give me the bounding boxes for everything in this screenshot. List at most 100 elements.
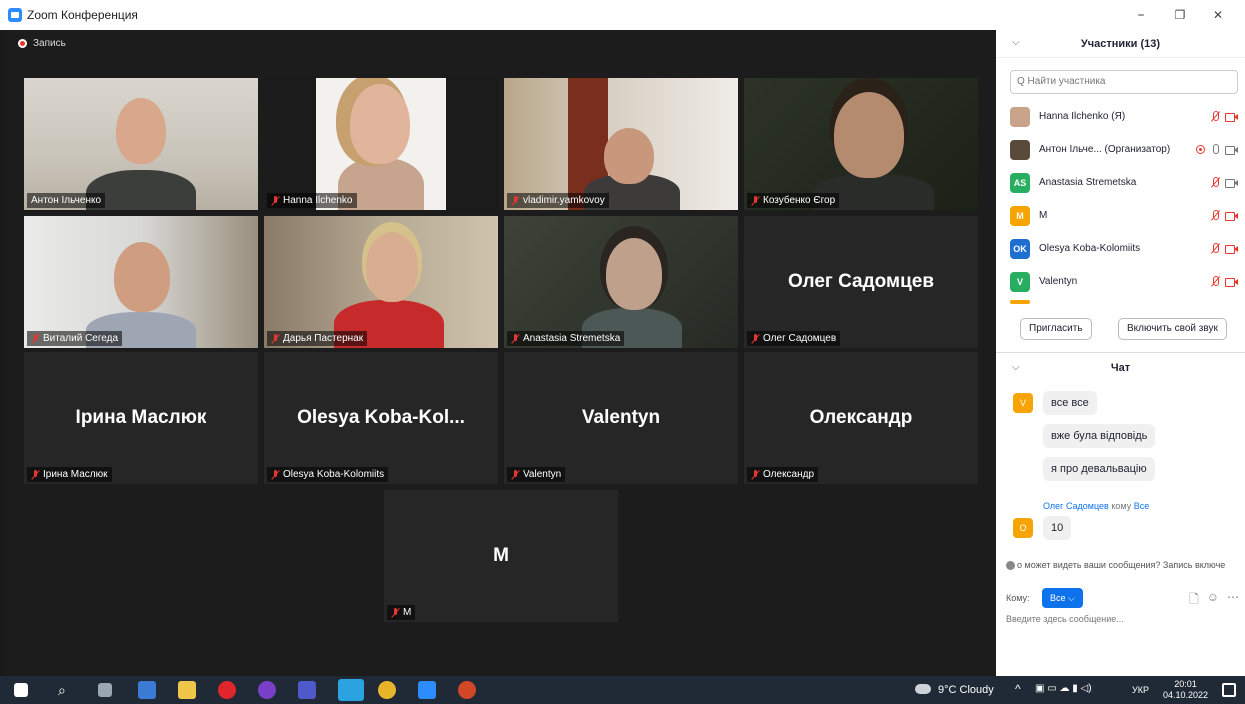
record-icon bbox=[18, 39, 27, 48]
emoji-icon[interactable]: ☺ bbox=[1207, 590, 1219, 611]
chat-input[interactable]: Введите здесь сообщение... bbox=[1006, 614, 1124, 624]
video-feed bbox=[116, 98, 166, 164]
video-tile[interactable]: Козубенко Єгор bbox=[744, 78, 978, 210]
participant-row[interactable]: Hanna Ilchenko (Я) bbox=[1010, 100, 1240, 133]
avatar bbox=[1010, 106, 1030, 127]
mic-muted-icon bbox=[391, 607, 400, 618]
chevron-up-icon[interactable]: ^ bbox=[1015, 682, 1021, 696]
minimize-button[interactable]: – bbox=[1123, 4, 1159, 26]
more-icon[interactable]: ⋯ bbox=[1227, 590, 1239, 611]
avatar: OK bbox=[1010, 238, 1030, 259]
avatar: M bbox=[1010, 205, 1030, 226]
chat-message: 10 bbox=[1043, 516, 1072, 540]
participant-name: Valentyn bbox=[581, 407, 661, 428]
mic-muted-icon bbox=[1211, 243, 1219, 254]
mic-muted-icon bbox=[1211, 276, 1219, 287]
video-feed bbox=[604, 128, 654, 184]
tile-name-label: Виталий Сегеда bbox=[27, 331, 123, 346]
video-tile[interactable]: Valentyn Valentyn bbox=[504, 352, 738, 484]
tile-name-label: Олег Садомцев bbox=[747, 331, 841, 346]
zoom-icon bbox=[8, 8, 22, 22]
close-button[interactable]: ✕ bbox=[1200, 4, 1236, 26]
folder-icon[interactable] bbox=[178, 681, 196, 699]
recording-indicator[interactable]: Запись bbox=[18, 38, 66, 49]
mic-muted-icon bbox=[751, 333, 760, 344]
video-tile[interactable]: Olesya Koba-Kol... Olesya Koba-Kolomiits bbox=[264, 352, 498, 484]
participant-row[interactable]: Антон Ільче... (Организатор) bbox=[1010, 133, 1240, 166]
window-title: Zoom Конференция bbox=[27, 8, 138, 22]
chat-notice[interactable]: о может видеть ваши сообщения? Запись вк… bbox=[1006, 560, 1245, 571]
avatar: V bbox=[1010, 271, 1030, 292]
notifications-icon[interactable] bbox=[1222, 683, 1236, 697]
task-view-icon[interactable] bbox=[98, 683, 112, 697]
video-feed bbox=[114, 242, 170, 312]
avatar: V bbox=[1013, 393, 1033, 413]
video-tile[interactable]: Виталий Сегеда bbox=[24, 216, 258, 348]
video-tile[interactable]: M M bbox=[384, 490, 618, 622]
file-icon[interactable]: 🗋 bbox=[1189, 590, 1199, 611]
recipient-label: Кому: bbox=[1006, 593, 1030, 603]
side-panel: ⌵ Участники (13) Q Найти участника Hanna… bbox=[996, 30, 1245, 676]
avatar bbox=[1010, 300, 1030, 304]
invite-button[interactable]: Пригласить bbox=[1020, 318, 1092, 340]
video-tile[interactable]: Anastasia Stremetska bbox=[504, 216, 738, 348]
participant-row[interactable]: V Valentyn bbox=[1010, 265, 1240, 298]
tile-name-label: Valentyn bbox=[507, 467, 566, 482]
opera-icon[interactable] bbox=[218, 681, 236, 699]
video-tile[interactable]: Ірина Маслюк Ірина Маслюк bbox=[24, 352, 258, 484]
tile-name-label: vladimir.yamkovoy bbox=[507, 193, 609, 208]
language-indicator[interactable]: УКР bbox=[1132, 685, 1149, 695]
camera-off-icon bbox=[1225, 244, 1238, 254]
unmute-button[interactable]: Включить свой звук bbox=[1118, 318, 1227, 340]
participant-search-input[interactable]: Q Найти участника bbox=[1010, 70, 1238, 94]
mic-muted-icon bbox=[271, 333, 280, 344]
chrome-icon[interactable] bbox=[378, 681, 396, 699]
maximize-button[interactable]: ❐ bbox=[1162, 4, 1198, 26]
search-icon[interactable]: ⌕ bbox=[58, 682, 66, 699]
participant-name: Olesya Koba-Kol... bbox=[297, 407, 465, 428]
video-feed bbox=[606, 238, 662, 310]
participants-title: Участники (13) bbox=[1080, 38, 1161, 50]
tray-icons[interactable]: ▣ ▭ ☁ ▮ ◁) bbox=[1035, 683, 1092, 694]
video-tile[interactable]: Антон Ільченко bbox=[24, 78, 258, 210]
participant-row[interactable]: M M bbox=[1010, 199, 1240, 232]
zoom-taskbar-icon[interactable] bbox=[418, 681, 436, 699]
windows-start-icon[interactable] bbox=[14, 683, 28, 697]
tile-name-label: Козубенко Єгор bbox=[747, 193, 840, 208]
mic-muted-icon bbox=[511, 195, 520, 206]
mic-muted-icon bbox=[751, 195, 760, 206]
mic-muted-icon bbox=[511, 469, 520, 480]
tile-name-label: Hanna Ilchenko bbox=[267, 193, 357, 208]
store-icon[interactable] bbox=[138, 681, 156, 699]
chat-message: все все bbox=[1043, 391, 1097, 415]
avatar: AS bbox=[1010, 172, 1030, 193]
chat-title: Чат bbox=[1110, 362, 1131, 374]
mic-muted-icon bbox=[1211, 177, 1219, 188]
gallery-view: Запись Антон Ільченко Hanna Ilchenko vla… bbox=[6, 30, 996, 676]
recipient-select[interactable]: Все ⌵ bbox=[1042, 588, 1083, 608]
powerpoint-icon[interactable] bbox=[458, 681, 476, 699]
video-tile[interactable]: Hanna Ilchenko bbox=[264, 78, 498, 210]
clock[interactable]: 20:01 04.10.2022 bbox=[1163, 679, 1208, 701]
participant-name: Олег Садомцев bbox=[787, 271, 935, 292]
mic-muted-icon[interactable] bbox=[1211, 111, 1219, 122]
participant-row[interactable]: AS Anastasia Stremetska bbox=[1010, 166, 1240, 199]
camera-off-icon bbox=[1225, 211, 1238, 221]
chat-message: я про девальвацію bbox=[1043, 457, 1155, 481]
video-tile[interactable]: vladimir.yamkovoy bbox=[504, 78, 738, 210]
chat-sender: Олег Садомцев кому Все bbox=[1043, 501, 1150, 511]
tile-name-label: Антон Ільченко bbox=[27, 193, 106, 208]
participant-name: Ірина Маслюк bbox=[75, 407, 207, 428]
telegram-icon[interactable] bbox=[338, 679, 364, 701]
video-tile[interactable]: Олег Садомцев Олег Садомцев bbox=[744, 216, 978, 348]
divider bbox=[996, 352, 1245, 353]
teams-icon[interactable] bbox=[298, 681, 316, 699]
video-feed bbox=[366, 232, 418, 302]
weather-text[interactable]: 9°C Cloudy bbox=[938, 684, 994, 696]
viber-icon[interactable] bbox=[258, 681, 276, 699]
chat-message: вже була відповідь bbox=[1043, 424, 1156, 448]
video-tile[interactable]: Дарья Пастернак bbox=[264, 216, 498, 348]
video-tile[interactable]: Олександр Олександр bbox=[744, 352, 978, 484]
participant-row[interactable]: OK Olesya Koba-Kolomiits bbox=[1010, 232, 1240, 265]
tile-name-label: M bbox=[387, 605, 416, 620]
